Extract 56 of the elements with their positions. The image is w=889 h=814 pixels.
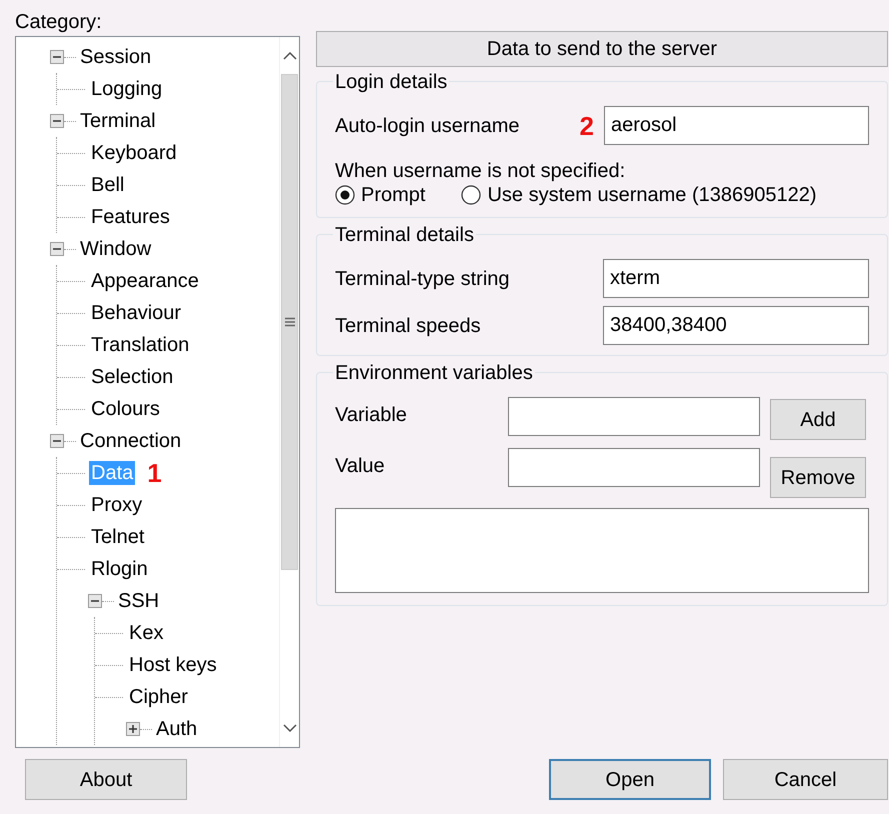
tree-item[interactable]: Bell [89, 173, 126, 197]
dialog-button[interactable]: About [25, 759, 187, 800]
collapse-icon[interactable] [50, 242, 64, 256]
tree-item[interactable]: Kex [127, 621, 166, 645]
collapse-icon[interactable] [50, 50, 64, 64]
tree-item[interactable]: Translation [89, 333, 192, 357]
tree-item[interactable]: Auth [154, 717, 200, 741]
remove-button[interactable]: Remove [770, 457, 866, 498]
text-field[interactable]: 38400,38400 [603, 306, 869, 345]
add-button[interactable]: Add [770, 399, 866, 440]
dialog-button[interactable]: Cancel [723, 759, 888, 800]
text-field[interactable]: xterm [603, 259, 869, 298]
tree-item[interactable]: Window [78, 237, 154, 261]
radio-icon[interactable] [335, 185, 355, 205]
field-label: Value [335, 454, 386, 478]
text-field[interactable] [508, 448, 760, 487]
tree-item[interactable]: Telnet [89, 525, 146, 549]
grip-icon [284, 317, 294, 327]
tree-item[interactable]: Behaviour [89, 301, 184, 325]
tree-item[interactable]: Cipher [127, 685, 190, 709]
annotation-number: 2 [580, 112, 594, 138]
tree-item[interactable]: Proxy [89, 493, 144, 517]
field-label: Terminal-type string [335, 266, 510, 290]
chevron-down-icon [282, 724, 296, 732]
collapse-icon[interactable] [50, 114, 64, 128]
tree-item[interactable]: Terminal [78, 109, 158, 133]
expand-icon[interactable] [126, 722, 140, 736]
tree-item[interactable]: Logging [89, 77, 164, 101]
field-label: When username is not specified: [335, 159, 626, 183]
variable-list[interactable] [335, 508, 869, 593]
tree-item[interactable]: Session [78, 45, 154, 69]
tree-item[interactable]: Rlogin [89, 557, 150, 581]
collapse-icon[interactable] [50, 434, 64, 448]
field-label: Terminal speeds [335, 314, 481, 338]
radio-option[interactable]: Prompt [335, 183, 426, 207]
tree-item[interactable]: Appearance [89, 269, 201, 293]
field-label: Variable [335, 403, 408, 427]
dialog-button[interactable]: Open [549, 759, 711, 800]
tree-item[interactable]: Host keys [127, 653, 219, 677]
text-field[interactable] [508, 397, 760, 436]
radio-option[interactable]: Use system username (1386905122) [461, 183, 817, 207]
panel-title: Data to send to the server [316, 31, 888, 67]
username-field[interactable]: aerosol [604, 106, 869, 145]
tree-item[interactable]: Colours [89, 397, 162, 421]
tree-item[interactable]: Features [89, 205, 172, 229]
radio-icon[interactable] [461, 185, 482, 205]
tree-item[interactable]: Selection [89, 365, 176, 389]
annotation-number: 1 [147, 460, 162, 486]
collapse-icon[interactable] [88, 594, 102, 608]
tree-item[interactable]: Connection [78, 429, 184, 453]
tree-item[interactable]: SSH [116, 589, 162, 613]
chevron-up-icon [282, 52, 296, 60]
tree-item[interactable]: Keyboard [89, 141, 179, 165]
field-label: Auto-login username [335, 114, 520, 138]
category-label: Category: [15, 10, 103, 34]
category-tree[interactable]: Session Logging Terminal Keyboard Bell Features Window Appearance Behaviour Translation Selection Colours Connection Data 1 Proxy Telnet Rlogin SSH Kex Host keys Cipher Auth [15, 36, 300, 748]
